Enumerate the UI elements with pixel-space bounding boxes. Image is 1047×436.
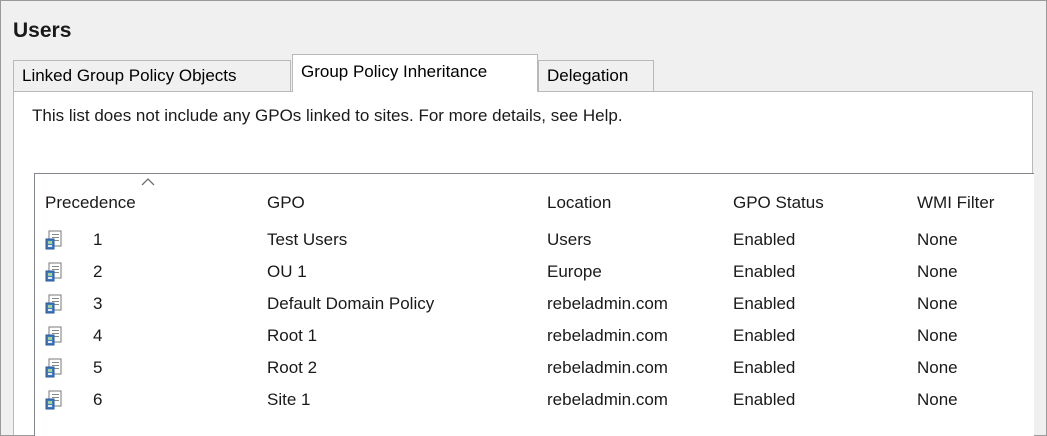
cell-gpo: Test Users bbox=[267, 230, 348, 249]
list-header: Precedence GPO Location GPO Status WMI F… bbox=[35, 174, 1034, 224]
cell-gpo-status: Enabled bbox=[733, 326, 796, 345]
table-row[interactable]: 1 Test Users Users Enabled None bbox=[35, 224, 1034, 256]
cell-precedence: 3 bbox=[93, 294, 103, 313]
table-row[interactable]: 4 Root 1 rebeladmin.com Enabled None bbox=[35, 320, 1034, 352]
cell-gpo: Root 1 bbox=[267, 326, 318, 345]
column-header-precedence[interactable]: Precedence bbox=[35, 174, 257, 224]
cell-gpo: Default Domain Policy bbox=[267, 294, 435, 313]
cell-location: Users bbox=[547, 230, 592, 249]
cell-precedence: 4 bbox=[93, 326, 103, 345]
tab-gp-inheritance[interactable]: Group Policy Inheritance bbox=[292, 54, 538, 92]
cell-gpo-status: Enabled bbox=[733, 390, 796, 409]
cell-precedence: 1 bbox=[93, 230, 103, 249]
cell-gpo: Root 2 bbox=[267, 358, 318, 377]
cell-gpo: OU 1 bbox=[267, 262, 307, 281]
tab-linked-gpos[interactable]: Linked Group Policy Objects bbox=[13, 60, 291, 92]
cell-precedence: 6 bbox=[93, 390, 103, 409]
gpo-icon bbox=[45, 230, 63, 250]
table-row[interactable]: 6 Site 1 rebeladmin.com Enabled None bbox=[35, 384, 1034, 416]
cell-location: rebeladmin.com bbox=[547, 390, 668, 409]
cell-location: rebeladmin.com bbox=[547, 326, 668, 345]
gpo-icon bbox=[45, 262, 63, 282]
cell-wmi-filter: None bbox=[917, 262, 958, 281]
sort-ascending-icon bbox=[141, 178, 155, 186]
tab-delegation[interactable]: Delegation bbox=[538, 60, 654, 92]
cell-precedence: 2 bbox=[93, 262, 103, 281]
cell-wmi-filter: None bbox=[917, 230, 958, 249]
info-text: This list does not include any GPOs link… bbox=[32, 106, 623, 125]
cell-location: rebeladmin.com bbox=[547, 358, 668, 377]
cell-gpo-status: Enabled bbox=[733, 358, 796, 377]
gpo-icon bbox=[45, 358, 63, 378]
cell-location: Europe bbox=[547, 262, 602, 281]
column-header-wmi-filter[interactable]: WMI Filter bbox=[907, 174, 1035, 224]
table-row[interactable]: 5 Root 2 rebeladmin.com Enabled None bbox=[35, 352, 1034, 384]
cell-gpo-status: Enabled bbox=[733, 294, 796, 313]
cell-gpo-status: Enabled bbox=[733, 230, 796, 249]
cell-wmi-filter: None bbox=[917, 326, 958, 345]
column-label: Precedence bbox=[45, 193, 136, 212]
gpo-icon bbox=[45, 390, 63, 410]
inheritance-panel: This list does not include any GPOs link… bbox=[13, 91, 1034, 436]
page-title: Users bbox=[13, 19, 72, 42]
cell-wmi-filter: None bbox=[917, 358, 958, 377]
column-header-gpo[interactable]: GPO bbox=[257, 174, 537, 224]
gpo-icon bbox=[45, 326, 63, 346]
cell-wmi-filter: None bbox=[917, 294, 958, 313]
column-header-gpo-status[interactable]: GPO Status bbox=[723, 174, 907, 224]
gpo-icon bbox=[45, 294, 63, 314]
cell-gpo: Site 1 bbox=[267, 390, 311, 409]
column-header-location[interactable]: Location bbox=[537, 174, 723, 224]
table-row[interactable]: 2 OU 1 Europe Enabled None bbox=[35, 256, 1034, 288]
table-row[interactable]: 3 Default Domain Policy rebeladmin.com Enab… bbox=[35, 288, 1034, 320]
cell-wmi-filter: None bbox=[917, 390, 958, 409]
cell-gpo-status: Enabled bbox=[733, 262, 796, 281]
gpo-inheritance-list[interactable]: Precedence GPO Location GPO Status WMI F… bbox=[34, 173, 1034, 436]
cell-location: rebeladmin.com bbox=[547, 294, 668, 313]
gpmc-window: Users Linked Group Policy Objects Group … bbox=[0, 0, 1047, 436]
cell-precedence: 5 bbox=[93, 358, 103, 377]
